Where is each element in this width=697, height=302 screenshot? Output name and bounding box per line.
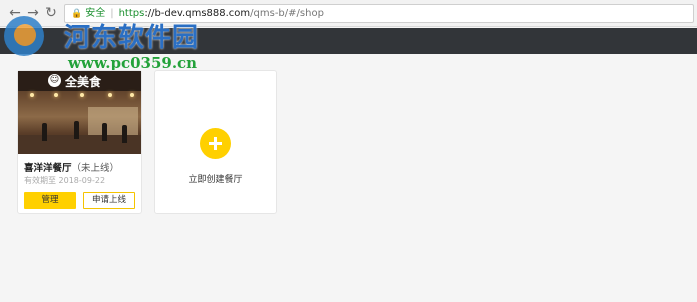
light-icon [130, 93, 134, 97]
watermark-title: 河东软件园 [64, 23, 200, 53]
store-name-text: 喜洋洋餐厅 [24, 163, 72, 174]
store-photo: ☺ 全美食 [18, 71, 141, 154]
create-store-card[interactable]: 立即创建餐厅 [154, 70, 277, 214]
store-status: （未上线） [71, 163, 120, 174]
store-expiry: 有效期至 2018-09-22 [24, 176, 106, 185]
light-icon [108, 93, 112, 97]
store-photo-sign-text: 全美食 [65, 75, 102, 89]
person-figure [122, 125, 127, 143]
light-icon [30, 93, 34, 97]
watermark-logo-icon [4, 16, 44, 56]
person-figure [42, 123, 47, 141]
light-icon [80, 93, 84, 97]
light-icon [54, 93, 58, 97]
create-store-label: 立即创建餐厅 [188, 175, 243, 185]
plus-icon[interactable] [200, 128, 231, 159]
person-figure [102, 123, 107, 141]
manage-button[interactable]: 管理 [24, 192, 76, 209]
watermark: 河东软件园 www.pc0359.cn [4, 14, 214, 72]
store-name: 喜洋洋餐厅（未上线） [24, 160, 119, 174]
store-photo-counter [88, 107, 138, 137]
store-photo-sign: ☺ 全美食 [18, 71, 141, 91]
apply-online-button[interactable]: 申请上线 [83, 192, 135, 209]
url-path: /qms-b/#/shop [250, 8, 324, 19]
smiley-icon: ☺ [48, 74, 61, 87]
person-figure [74, 121, 79, 139]
store-card[interactable]: ☺ 全美食 喜洋洋餐厅（未上线） 有效期至 2018-09-22 管理 申请上线 [17, 70, 142, 214]
